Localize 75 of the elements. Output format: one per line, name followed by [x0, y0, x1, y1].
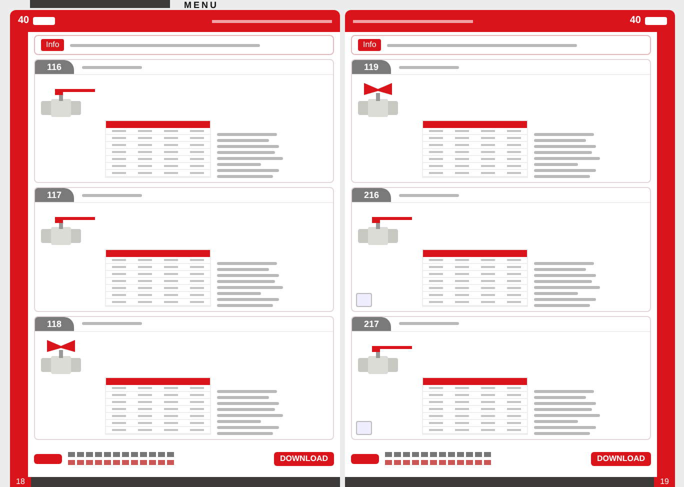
product-title	[399, 322, 460, 326]
illegible-text	[534, 175, 590, 178]
illegible-text	[217, 402, 279, 405]
illegible-text	[217, 262, 277, 265]
illegible-text	[217, 268, 269, 271]
product-number: 117	[35, 188, 74, 202]
menu-label[interactable]: MENU	[184, 0, 218, 10]
illegible-text	[534, 390, 594, 393]
download-button[interactable]: DOWNLOAD	[274, 452, 334, 466]
illegible-text	[534, 304, 590, 307]
product-title	[82, 66, 142, 68]
illegible-text	[534, 396, 586, 399]
illegible-text	[534, 432, 590, 435]
certificate-icon	[356, 420, 372, 435]
product-title	[399, 194, 460, 197]
illegible-text	[534, 145, 596, 148]
brand-logo-icon	[33, 17, 56, 25]
page-number: 18	[10, 477, 31, 487]
product-title	[398, 66, 459, 68]
illegible-text	[534, 292, 578, 295]
illegible-text	[217, 274, 279, 277]
illegible-text	[534, 414, 600, 417]
product-number: 119	[352, 60, 391, 74]
illegible-text	[534, 298, 596, 301]
illegible-text	[217, 408, 275, 411]
info-tag: Info	[41, 39, 64, 51]
logo-number: 40	[630, 16, 641, 26]
illegible-text	[534, 139, 586, 142]
product-number: 118	[35, 316, 74, 331]
illegible-text	[534, 157, 600, 160]
illegible-text	[534, 151, 592, 154]
illegible-text	[217, 420, 261, 423]
illegible-text	[217, 292, 261, 295]
illegible-text	[534, 402, 596, 405]
download-button[interactable]: DOWNLOAD	[591, 452, 651, 466]
product-number: 217	[352, 316, 392, 331]
illegible-text	[534, 280, 592, 283]
product-title	[82, 322, 142, 326]
illegible-text	[217, 157, 283, 160]
logo-number: 40	[18, 16, 30, 26]
illegible-text	[534, 286, 600, 289]
illegible-text	[217, 432, 273, 435]
illegible-text	[217, 280, 275, 283]
product-number: 216	[352, 188, 392, 202]
illegible-text	[217, 298, 279, 301]
illegible-text	[217, 390, 277, 393]
illegible-text	[217, 426, 279, 429]
illegible-text	[534, 274, 596, 277]
illegible-text	[534, 426, 596, 429]
illegible-text	[534, 408, 592, 411]
illegible-text	[534, 262, 594, 265]
illegible-text	[217, 163, 261, 166]
illegible-text	[217, 304, 273, 307]
illegible-text	[217, 133, 277, 136]
product-title	[82, 194, 142, 197]
search-button[interactable]	[34, 454, 62, 464]
illegible-text	[217, 145, 279, 148]
illegible-text	[217, 169, 279, 172]
info-tag: Info	[358, 39, 382, 51]
illegible-text	[217, 175, 273, 178]
illegible-text	[217, 151, 275, 154]
illegible-text	[217, 414, 283, 417]
product-number: 116	[35, 60, 74, 74]
illegible-text	[534, 268, 586, 271]
brand-logo-icon	[645, 17, 667, 25]
page-number: 19	[654, 477, 675, 487]
illegible-text	[534, 169, 596, 172]
search-button[interactable]	[351, 454, 379, 464]
illegible-text	[534, 163, 578, 166]
illegible-text	[217, 139, 269, 142]
illegible-text	[217, 396, 269, 399]
illegible-text	[534, 420, 578, 423]
illegible-text	[534, 133, 594, 136]
certificate-icon	[356, 292, 372, 307]
illegible-text	[217, 286, 283, 289]
